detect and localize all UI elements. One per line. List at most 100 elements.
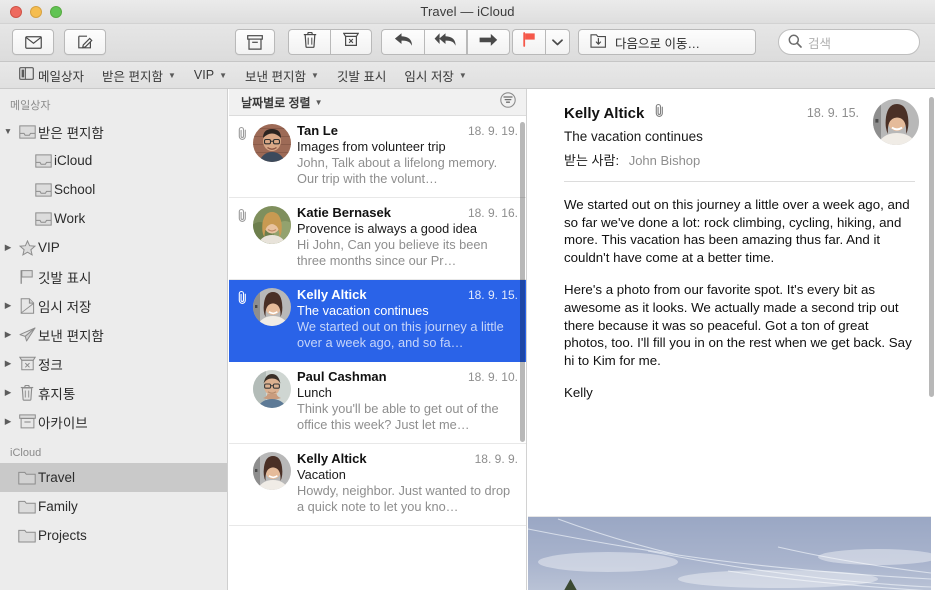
message-list-item-selected[interactable]: Kelly Altick 18. 9. 15. The vacation con… — [229, 280, 526, 362]
window-title: Travel — iCloud — [0, 4, 935, 19]
delete-button[interactable] — [288, 29, 330, 55]
message-list[interactable]: 날짜별로 정렬 ▼ Tan Le 18. 9. — [229, 89, 527, 590]
message-date: 18. 9. 10. — [462, 370, 518, 384]
message-subject: Provence is always a good idea — [297, 221, 518, 236]
chevron-down-icon: ▼ — [311, 71, 319, 80]
disclosure-triangle-open-icon[interactable]: ▼ — [0, 127, 16, 136]
sidebar-item-label: 깃발 표시 — [38, 267, 91, 287]
sidebar-section-header-icloud: iCloud — [0, 436, 227, 463]
sidebar-item-trash[interactable]: ▶ 휴지통 — [0, 378, 227, 407]
message-date: 18. 9. 19. — [462, 124, 518, 138]
sidebar-item-work[interactable]: Work — [0, 204, 227, 233]
sidebar-item-archive[interactable]: ▶ 아카이브 — [0, 407, 227, 436]
message-preview: Hi John, Can you believe its been three … — [297, 237, 518, 269]
message-list-item[interactable]: Katie Bernasek 18. 9. 16. Provence is al… — [229, 198, 526, 280]
message-date: 18. 9. 9. — [469, 452, 518, 466]
sidebar-item-label: 받은 편지함 — [38, 122, 104, 142]
sidebar-item-junk[interactable]: ▶ 정크 — [0, 349, 227, 378]
disclosure-triangle-closed-icon[interactable]: ▶ — [0, 417, 16, 426]
sidebar-item-inbox[interactable]: ▼ 받은 편지함 — [0, 117, 227, 146]
move-to-label: 다음으로 이동… — [615, 33, 700, 52]
message-list-item[interactable]: Kelly Altick 18. 9. 9. Vacation Howdy, n… — [229, 444, 526, 526]
sort-by-button[interactable]: 날짜별로 정렬 ▼ — [241, 94, 323, 111]
message-reading-pane: Kelly Altick 18. 9. 15. The vacation con… — [528, 89, 935, 590]
favorites-item-sent[interactable]: 보낸 편지함 ▼ — [236, 64, 328, 86]
message-list-scrollbar[interactable] — [520, 122, 525, 442]
disclosure-triangle-closed-icon[interactable]: ▶ — [0, 301, 16, 310]
disclosure-triangle-closed-icon[interactable]: ▶ — [0, 330, 16, 339]
sidebar-item-projects[interactable]: Projects — [0, 521, 227, 550]
message-date: 18. 9. 15. — [807, 106, 859, 120]
paperclip-icon — [654, 103, 665, 123]
archive-button[interactable] — [235, 29, 275, 55]
message-body: We started out on this journey a little … — [528, 182, 935, 402]
disclosure-triangle-closed-icon[interactable]: ▶ — [0, 388, 16, 397]
chevron-down-icon: ▼ — [219, 71, 227, 80]
compose-icon — [77, 34, 93, 50]
avatar — [251, 368, 293, 434]
sidebar-item-label: Travel — [38, 470, 75, 485]
chevron-down-icon: ▼ — [168, 71, 176, 80]
message-preview: John, Talk about a lifelong memory. Our … — [297, 155, 518, 187]
search-field[interactable]: 검색 — [778, 29, 920, 55]
reply-group — [381, 29, 510, 55]
message-date: 18. 9. 15. — [462, 288, 518, 302]
sidebar-item-drafts[interactable]: ▶ 임시 저장 — [0, 291, 227, 320]
sidebar-item-label: School — [54, 182, 95, 197]
forward-button[interactable] — [467, 29, 510, 55]
reply-all-button[interactable] — [424, 29, 467, 55]
message-sender: Kelly Altick — [297, 287, 367, 302]
sidebar-item-icloud[interactable]: iCloud — [0, 146, 227, 175]
favorites-mailboxes-toggle[interactable]: 메일상자 — [10, 64, 93, 86]
compose-button[interactable] — [64, 29, 106, 55]
sidebar-item-label: 임시 저장 — [38, 296, 91, 316]
move-to-button[interactable]: 다음으로 이동… — [578, 29, 756, 55]
favorites-item-inbox[interactable]: 받은 편지함 ▼ — [93, 64, 185, 86]
attached-photo[interactable] — [528, 516, 931, 590]
favorites-item-drafts[interactable]: 임시 저장 ▼ — [395, 64, 475, 86]
message-recipients: 받는 사람: John Bishop — [564, 150, 915, 169]
reply-button[interactable] — [381, 29, 424, 55]
sidebar-item-sent[interactable]: ▶ 보낸 편지함 — [0, 320, 227, 349]
sidebar-item-vip[interactable]: ▶ VIP — [0, 233, 227, 262]
inbox-icon — [32, 183, 54, 197]
message-preview: Think you'll be able to get out of the o… — [297, 401, 518, 433]
sidebar-item-label: VIP — [38, 240, 60, 255]
move-to-icon — [590, 33, 607, 52]
message-sender: Kelly Altick — [297, 451, 367, 466]
paperclip-icon — [233, 286, 251, 352]
flag-menu-button[interactable] — [545, 29, 570, 55]
flag-button[interactable] — [512, 29, 545, 55]
reading-pane-scrollbar[interactable] — [929, 97, 934, 397]
recipient-name[interactable]: John Bishop — [629, 153, 701, 168]
message-subject: Vacation — [297, 467, 518, 482]
message-content: Kelly Altick 18. 9. 9. Vacation Howdy, n… — [293, 450, 518, 516]
message-content: Katie Bernasek 18. 9. 16. Provence is al… — [293, 204, 518, 270]
junk-button[interactable] — [330, 29, 372, 55]
favorites-item-vip[interactable]: VIP ▼ — [185, 64, 236, 86]
favorites-item-flagged[interactable]: 깃발 표시 — [328, 64, 395, 86]
delete-junk-group — [288, 29, 372, 55]
inbox-icon — [16, 125, 38, 139]
paperclip-icon — [233, 122, 251, 188]
sidebar-item-travel[interactable]: Travel — [0, 463, 227, 492]
favorites-item-label: 임시 저장 — [404, 66, 453, 85]
disclosure-triangle-closed-icon[interactable]: ▶ — [0, 359, 16, 368]
sidebar-item-flagged[interactable]: 깃발 표시 — [0, 262, 227, 291]
message-list-item[interactable]: Tan Le 18. 9. 19. Images from volunteer … — [229, 116, 526, 198]
sidebar-item-label: 아카이브 — [38, 412, 88, 432]
message-sender: Tan Le — [297, 123, 338, 138]
avatar — [251, 122, 293, 188]
get-mail-button[interactable] — [12, 29, 54, 55]
message-signature: Kelly — [564, 384, 913, 402]
sidebar[interactable]: 메일상자 ▼ 받은 편지함 iCloud School — [0, 89, 228, 590]
message-list-item[interactable]: Paul Cashman 18. 9. 10. Lunch Think you'… — [229, 362, 526, 444]
flag-outline-icon — [16, 269, 38, 285]
sidebar-item-family[interactable]: Family — [0, 492, 227, 521]
favorites-item-label: 보낸 편지함 — [245, 66, 306, 85]
toolbar: 다음으로 이동… 검색 — [0, 24, 935, 62]
reply-all-arrow-icon — [434, 32, 457, 52]
filter-button[interactable] — [499, 94, 516, 111]
sidebar-item-school[interactable]: School — [0, 175, 227, 204]
disclosure-triangle-closed-icon[interactable]: ▶ — [0, 243, 16, 252]
